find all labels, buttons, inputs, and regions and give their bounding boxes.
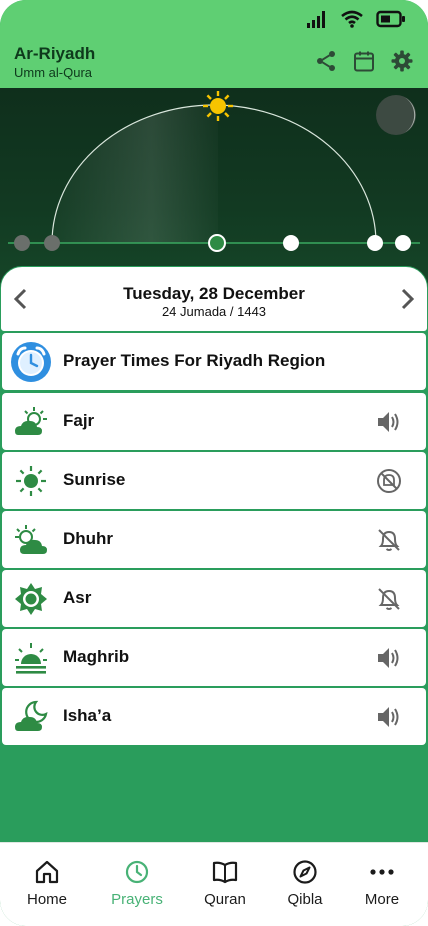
cloud-moon-icon [14,700,48,734]
nav-label: Prayers [111,891,163,908]
status-bar [0,0,428,42]
region-row[interactable]: Prayer Times For Riyadh Region [2,333,426,390]
nav-item-home[interactable]: Home [7,859,87,908]
more-icon [370,869,394,875]
nav-item-more[interactable]: More [342,859,422,908]
prayer-row-fajr[interactable]: Fajr [2,393,426,450]
prayer-name: Asr [63,588,92,607]
prayer-name: Dhuhr [63,529,114,548]
gear-icon[interactable] [390,49,414,73]
alarm-clock-icon [10,341,52,383]
compass-icon [293,860,317,884]
chevron-right-icon[interactable] [397,287,417,311]
nav-label: Qibla [287,891,323,908]
nav-item-qibla[interactable]: Qibla [265,859,345,908]
share-icon[interactable] [314,49,338,73]
prayer-row-asr[interactable]: Asr [2,570,426,627]
nav-item-prayers[interactable]: Prayers [97,859,177,908]
calc-method: Umm al-Qura [14,65,93,80]
battery-icon [376,10,406,33]
wifi-icon [340,10,364,33]
cloud-sun-icon [14,405,48,439]
region-label: Prayer Times For Riyadh Region [63,351,326,370]
speaker-icon[interactable] [376,645,402,671]
hijri-date: 24 Jumada / 1443 [161,304,267,319]
app-header: Ar-Riyadh Umm al-Qura [0,42,428,88]
bottom-nav: Home Prayers Quran Qibla More [0,842,428,926]
nav-label: Quran [204,891,246,908]
speaker-icon[interactable] [376,704,402,730]
prayer-row-sunrise[interactable]: Sunrise [2,452,426,509]
city-name: Ar-Riyadh [14,44,96,63]
sun-icon [14,464,48,498]
calendar-icon[interactable] [352,49,376,73]
date-selector: Tuesday, 28 December 24 Jumada / 1443 [0,266,428,332]
prayer-name: Isha’a [63,706,112,725]
prayer-name: Fajr [63,411,95,430]
bell-off-icon[interactable] [376,527,402,553]
moon-icon [374,93,418,137]
prayer-row-ishaa[interactable]: Isha’a [2,688,426,745]
bell-off-icon[interactable] [376,586,402,612]
prayer-name: Maghrib [63,647,130,666]
speaker-icon[interactable] [376,409,402,435]
sun-path [0,88,428,288]
prayer-name: Sunrise [63,470,126,489]
nav-label: More [364,891,400,908]
nav-item-quran[interactable]: Quran [185,859,265,908]
nav-label: Home [26,891,67,908]
gregorian-date: Tuesday, 28 December [123,284,305,303]
signal-icon [306,10,328,33]
prayer-row-dhuhr[interactable]: Dhuhr [2,511,426,568]
app-screen: Ar-Riyadh Umm al-Qura Tuesday, 28 Decemb… [0,0,428,926]
bell-off-circle-icon[interactable] [376,468,402,494]
cloud-sun-icon [14,523,48,557]
sunset-icon [14,641,48,675]
home-icon [35,860,59,884]
prayer-row-maghrib[interactable]: Maghrib [2,629,426,686]
sun-icon [202,90,234,122]
book-icon [212,861,238,884]
sun-badge-icon [14,582,48,616]
clock-icon [125,860,149,884]
